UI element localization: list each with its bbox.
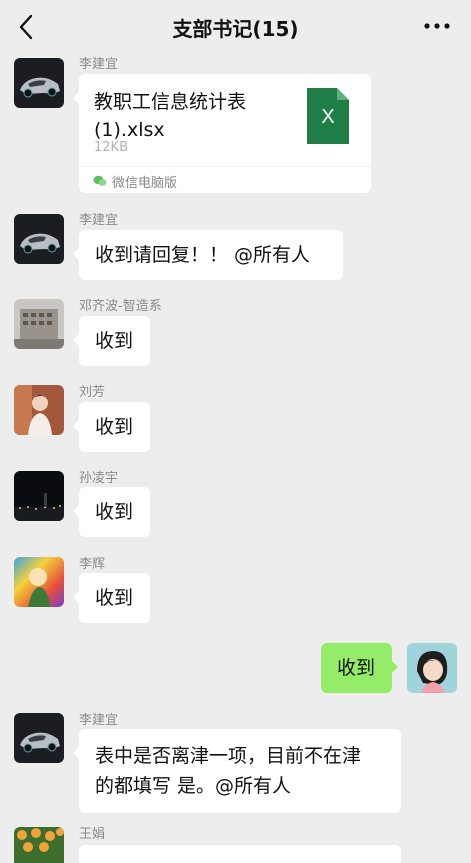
sender-name: 李建宜: [79, 57, 119, 72]
my-message-bubble[interactable]: 收到: [321, 643, 398, 693]
avatar-car[interactable]: [14, 713, 64, 763]
file-message-card[interactable]: 教职工信息统计表 (1).xlsx 12KB X 微信电脑版: [73, 74, 371, 193]
sender-name: 孙凌宇: [79, 471, 119, 486]
sender-name: 李辉: [79, 557, 106, 572]
more-options-icon[interactable]: [423, 14, 451, 38]
message-bubble[interactable]: 收到请回复！！ @所有人: [73, 230, 343, 280]
divider: [79, 166, 371, 167]
source-label: 微信电脑版: [112, 176, 178, 191]
message-line: 表中是否离津一项，目前不在津: [95, 745, 362, 767]
sender-name: 王娟: [79, 827, 106, 842]
sender-name: 刘芳: [79, 385, 106, 400]
avatar-building[interactable]: [14, 299, 64, 349]
my-avatar[interactable]: [407, 643, 457, 693]
sender-name: 邓齐波-智造系: [79, 299, 162, 314]
message-bubble[interactable]: 收到: [73, 487, 150, 537]
message-bubble[interactable]: 表中是否离津一项，目前不在津 的都填写 是。@所有人: [73, 729, 401, 813]
chat-title: 支部书记(15): [172, 17, 299, 41]
message-bubble[interactable]: 收到: [73, 573, 150, 623]
message-line: 的都填写 是。@所有人: [95, 775, 292, 797]
avatar-colorful-cartoon[interactable]: [14, 557, 64, 607]
avatar-night-city[interactable]: [14, 471, 64, 521]
file-size: 12KB: [94, 140, 128, 155]
sender-name: 李建宜: [79, 213, 119, 228]
avatar-car[interactable]: [14, 214, 64, 264]
message-bubble[interactable]: [73, 845, 401, 863]
file-name: 教职工信息统计表: [94, 91, 247, 113]
avatar-flowers[interactable]: [14, 827, 64, 863]
chat-header: 支部书记(15): [0, 0, 471, 54]
message-bubble[interactable]: 收到: [73, 402, 150, 452]
sender-name: 李建宜: [79, 713, 119, 728]
avatar-person[interactable]: [14, 385, 64, 435]
avatar-car[interactable]: [14, 58, 64, 108]
wechat-icon: [93, 173, 107, 187]
excel-file-icon: X: [307, 88, 349, 144]
message-bubble[interactable]: 收到: [73, 316, 150, 366]
